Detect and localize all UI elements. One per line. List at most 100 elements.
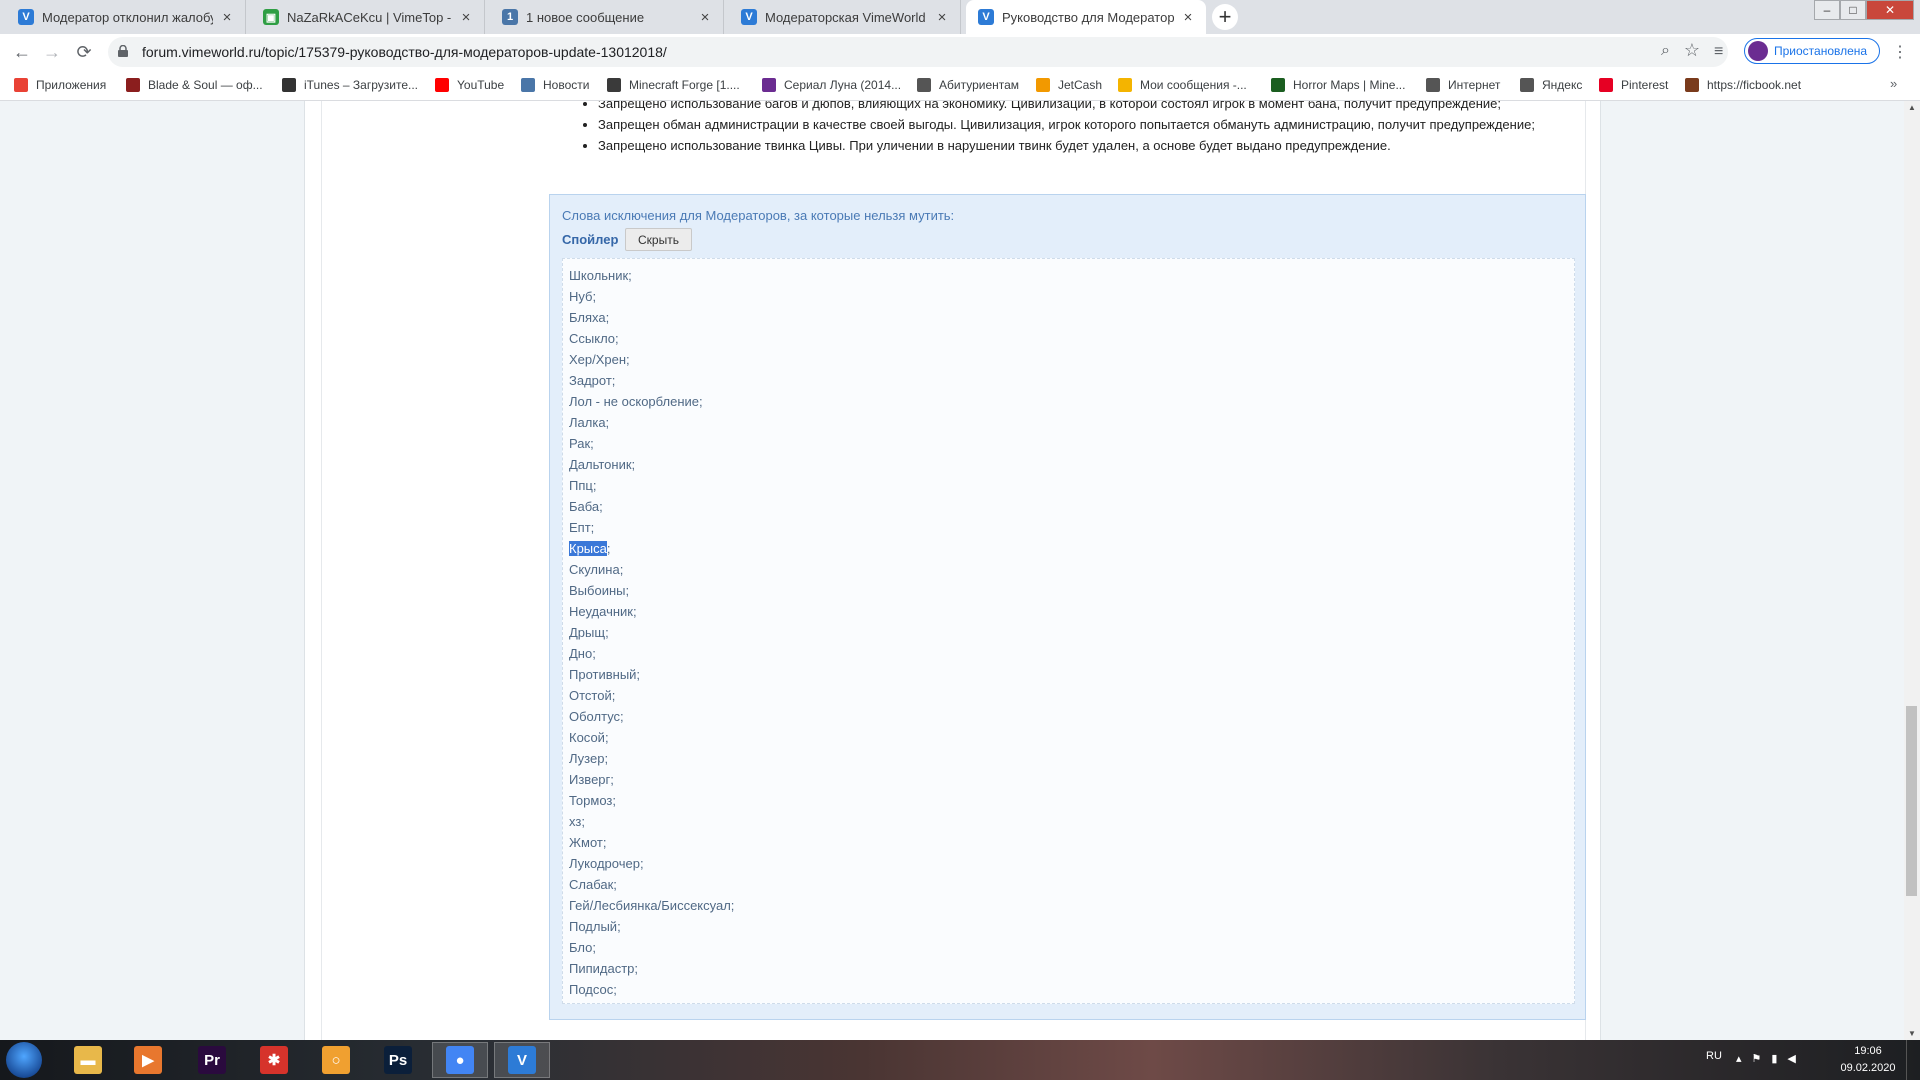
bookmark-item[interactable]: Horror Maps | Mine... [1271,70,1405,100]
bookmark-label: Абитуриентам [939,78,1020,92]
bookmark-item[interactable]: Абитуриентам [917,70,1019,100]
new-tab-button[interactable]: + [1212,4,1238,30]
minecraft-forge-icon [607,78,621,92]
page-viewport: Запрещено использование багов и дюпов, в… [0,101,1904,1040]
system-tray-icons[interactable]: ▴⚑▮◀ [1736,1052,1806,1065]
taskbar-app-vimeworld[interactable]: V [494,1042,550,1078]
media-control-icon[interactable]: ≡ [1714,43,1723,61]
exception-word: Школьник; [569,268,632,283]
bookmark-item[interactable]: Яндекс [1520,70,1582,100]
taskbar-app-paint-tool[interactable]: ✱ [246,1042,302,1078]
bookmark-item[interactable]: Интернет [1426,70,1500,100]
address-bar[interactable]: forum.vimeworld.ru/topic/175379-руководс… [108,37,1728,67]
scroll-down-arrow-icon[interactable]: ▼ [1904,1029,1920,1038]
vk-notification-icon: 1 [502,9,518,25]
page-scrollbar[interactable]: ▲ ▼ [1904,101,1920,1040]
exception-word: Косой; [569,730,609,745]
taskbar-app-chrome[interactable]: ● [432,1042,488,1078]
bookmark-item[interactable]: Blade & Soul — оф... [126,70,263,100]
clock-date: 09.02.2020 [1840,1062,1896,1074]
spoiler-block: Слова исключения для Модераторов, за кот… [549,194,1586,1020]
bookmark-item[interactable]: YouTube [435,70,504,100]
profile-button[interactable]: Приостановлена [1744,38,1880,64]
show-desktop-button[interactable] [1906,1040,1920,1080]
close-tab-icon[interactable]: × [934,9,950,26]
windows-taskbar: ▬ ▶ Pr ✱ ○ Ps ● V RU ▴⚑▮◀ 19:06 09.02.2020 [0,1040,1920,1080]
bookmarks-bar: Приложения Blade & Soul — оф... iTunes – З… [0,70,1920,101]
exception-word: Рак; [569,436,594,451]
media-player-icon: ▶ [134,1046,162,1074]
browser-menu-icon[interactable]: ⋮ [1892,42,1908,62]
forum-content-column: Запрещено использование багов и дюпов, в… [304,101,1601,1040]
photoshop-icon: Ps [384,1046,412,1074]
hide-spoiler-button[interactable]: Скрыть [625,228,692,251]
apps-grid-icon [14,78,28,92]
forward-arrow-icon[interactable]: → [40,40,64,64]
bookmark-item[interactable]: iTunes – Загрузите... [282,70,418,100]
scrollbar-thumb[interactable] [1906,706,1917,896]
reload-icon[interactable]: ⟳ [72,40,96,64]
minimize-button[interactable]: – [1814,0,1840,20]
bookmark-label: Приложения [36,78,107,92]
browser-tab[interactable]: 1 1 новое сообщение × [490,0,724,34]
folder-icon: ▬ [74,1046,102,1074]
exception-word: Лол - не оскорбление; [569,394,703,409]
vimeworld-icon: V [18,9,34,25]
horror-maps-icon [1271,78,1285,92]
zoom-icon[interactable]: ⌕ [1661,42,1670,60]
exception-word: Лузер; [569,751,609,766]
magnifier-app-icon: ○ [322,1046,350,1074]
start-button[interactable] [6,1042,42,1078]
exception-words-list: Школьник; Нуб; Бляха; Ссыкло; Хер/Хрен; Задро… [569,265,734,1000]
bookmark-item[interactable]: Мои сообщения -... [1118,70,1247,100]
url-text[interactable]: forum.vimeworld.ru/topic/175379-руководс… [142,37,667,67]
bookmark-item[interactable]: Minecraft Forge [1.... [607,70,740,100]
exception-word: Дно; [569,646,596,661]
browser-tab[interactable]: V Модераторская VimeWorld × [729,0,961,34]
bookmark-label: https://ficbook.net [1707,78,1802,92]
taskbar-app-explorer[interactable]: ▬ [60,1042,116,1078]
globe-icon [1426,78,1440,92]
vimeworld-icon: V [741,9,757,25]
language-indicator[interactable]: RU [1706,1050,1722,1062]
bookmark-label: Новости [543,78,590,92]
exception-word: Нуб; [569,289,597,304]
bookmark-label: Яндекс [1542,78,1583,92]
close-window-button[interactable]: ✕ [1866,0,1914,20]
browser-tab[interactable]: ▣ NaZaRkACeKcu | VimeTop - стат × [251,0,485,34]
taskbar-app-premiere[interactable]: Pr [184,1042,240,1078]
exception-word: хз; [569,814,585,829]
bookmark-star-icon[interactable]: ☆ [1684,40,1700,61]
scroll-up-arrow-icon[interactable]: ▲ [1904,103,1920,112]
close-tab-icon[interactable]: × [219,9,235,26]
bookmark-item[interactable]: JetCash [1036,70,1102,100]
maximize-button[interactable]: □ [1840,0,1866,20]
taskbar-app-photoshop[interactable]: Ps [370,1042,426,1078]
bookmark-item[interactable]: Сериал Луна (2014... [762,70,901,100]
vk-icon [521,78,535,92]
rule-item: Запрещено использование твинка Цивы. При… [598,135,1598,156]
exception-word: Тормоз; [569,793,616,808]
exception-word: Дальтоник; [569,457,636,472]
back-arrow-icon[interactable]: ← [10,40,34,64]
close-tab-icon[interactable]: × [697,9,713,26]
bookmark-item[interactable]: Новости [521,70,589,100]
bookmark-label: Мои сообщения -... [1140,78,1247,92]
bookmark-label: JetCash [1058,78,1103,92]
exception-word: Дрыщ; [569,625,609,640]
system-clock[interactable]: 19:06 09.02.2020 [1838,1043,1898,1077]
bookmark-item[interactable]: Pinterest [1599,70,1668,100]
taskbar-app-search-app[interactable]: ○ [308,1042,364,1078]
close-tab-icon[interactable]: × [1180,9,1196,26]
taskbar-app-media-player[interactable]: ▶ [120,1042,176,1078]
tab-strip: V Модератор отклонил жалобу - × ▣ NaZaRkACe… [0,0,1920,34]
browser-tab[interactable]: V Руководство для Модераторов × [966,0,1206,34]
vimetop-icon: ▣ [263,9,279,25]
bookmark-item[interactable]: Приложения [14,70,106,100]
rule-item: Запрещено использование багов и дюпов, в… [598,101,1598,114]
vimeworld-icon: V [978,9,994,25]
bookmark-item[interactable]: https://ficbook.net [1685,70,1801,100]
browser-tab[interactable]: V Модератор отклонил жалобу - × [6,0,246,34]
close-tab-icon[interactable]: × [458,9,474,26]
bookmarks-overflow-icon[interactable]: » [1890,76,1897,91]
